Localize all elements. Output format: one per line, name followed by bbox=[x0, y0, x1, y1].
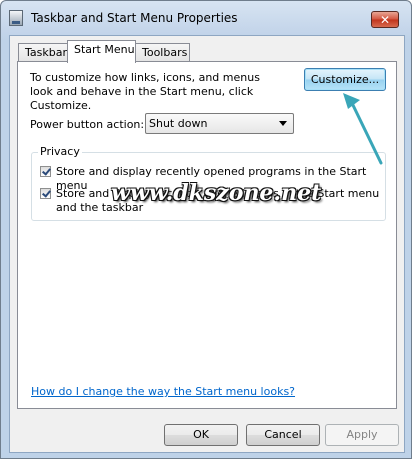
privacy-group-title: Privacy bbox=[38, 145, 82, 158]
annotation-arrow-icon bbox=[343, 93, 383, 165]
watermark-text: www.dkszone.net bbox=[111, 180, 322, 206]
taskbar-properties-icon bbox=[9, 10, 23, 26]
ok-button[interactable]: OK bbox=[164, 424, 238, 446]
close-button[interactable]: ✕ bbox=[371, 11, 399, 28]
dropdown-arrow-icon bbox=[279, 121, 287, 126]
power-button-label: Power button action: bbox=[30, 118, 145, 131]
cancel-button[interactable]: Cancel bbox=[246, 424, 320, 446]
tab-start-menu[interactable]: Start Menu bbox=[67, 40, 136, 63]
title-bar[interactable]: Taskbar and Start Menu Properties ✕ bbox=[1, 1, 411, 35]
help-link[interactable]: How do I change the way the Start menu l… bbox=[31, 385, 295, 398]
window-title: Taskbar and Start Menu Properties bbox=[31, 11, 238, 25]
checkbox-checked-icon[interactable] bbox=[40, 166, 51, 177]
power-button-dropdown[interactable]: Shut down bbox=[145, 113, 294, 134]
tab-toolbars[interactable]: Toolbars bbox=[135, 43, 190, 62]
intro-text: To customize how links, icons, and menus… bbox=[30, 71, 260, 112]
apply-button[interactable]: Apply bbox=[325, 424, 399, 446]
dialog-window: Taskbar and Start Menu Properties ✕ Task… bbox=[0, 0, 412, 459]
checkbox-checked-icon[interactable] bbox=[40, 188, 51, 199]
tab-taskbar[interactable]: Taskbar bbox=[18, 43, 68, 62]
power-button-value: Shut down bbox=[149, 117, 208, 130]
